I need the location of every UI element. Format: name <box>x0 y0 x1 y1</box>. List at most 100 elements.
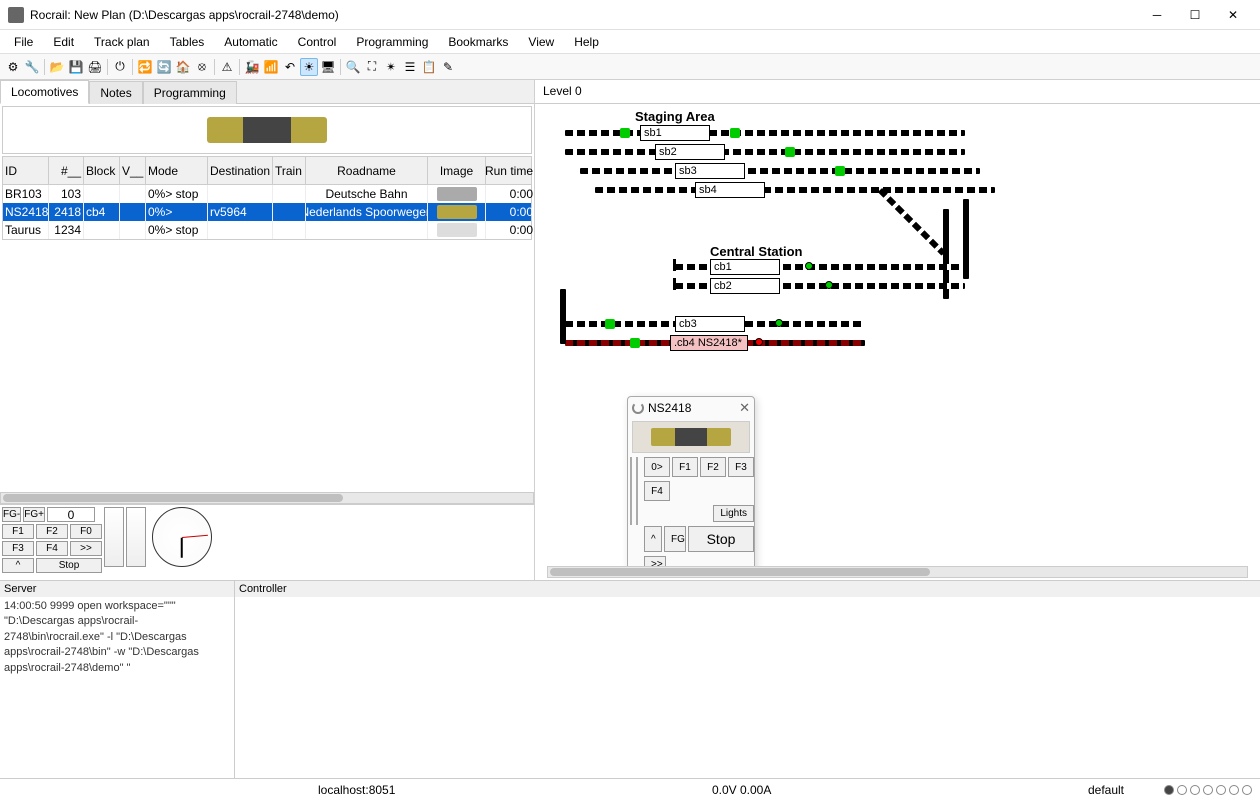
tool-power-icon[interactable]: ⏻ <box>111 58 129 76</box>
switch-icon[interactable] <box>620 128 630 138</box>
dialog-f3-button[interactable]: F3 <box>728 457 754 477</box>
col-img[interactable]: Image <box>428 157 486 184</box>
signal-icon[interactable] <box>825 281 833 289</box>
f2-button[interactable]: F2 <box>36 524 68 539</box>
table-row[interactable]: Taurus 1234 0%> stop 0:00 <box>3 221 531 239</box>
tool-edit-icon[interactable]: ✎ <box>439 58 457 76</box>
col-v[interactable]: V__ <box>120 157 146 184</box>
close-button[interactable]: ✕ <box>1214 1 1252 29</box>
dialog-f1-button[interactable]: F1 <box>672 457 698 477</box>
col-dest[interactable]: Destination <box>208 157 273 184</box>
table-row[interactable]: BR103 103 0%> stop Deutsche Bahn 0:00 <box>3 185 531 203</box>
block-cb1[interactable]: cb1 <box>710 259 780 275</box>
tool-undo-icon[interactable]: ↶ <box>281 58 299 76</box>
tool-list-icon[interactable]: ☰ <box>401 58 419 76</box>
minimize-button[interactable]: ─ <box>1138 1 1176 29</box>
stop-button[interactable]: Stop <box>36 558 102 573</box>
block-cb3[interactable]: cb3 <box>675 316 745 332</box>
speed-slider[interactable] <box>104 507 124 567</box>
tool-open-icon[interactable]: 📂 <box>48 58 66 76</box>
switch-icon[interactable] <box>835 166 845 176</box>
col-road[interactable]: Roadname <box>306 157 428 184</box>
tool-home-icon[interactable]: 🏠 <box>174 58 192 76</box>
speed-slider-2[interactable] <box>126 507 146 567</box>
tool-wifi-icon[interactable]: 📶 <box>262 58 280 76</box>
tool-settings-icon[interactable]: ⚙ <box>4 58 22 76</box>
throttle-dialog[interactable]: NS2418 ✕ 0> F1 F2 F3 <box>627 396 755 566</box>
menu-trackplan[interactable]: Track plan <box>84 33 160 51</box>
maximize-button[interactable]: ☐ <box>1176 1 1214 29</box>
tab-notes[interactable]: Notes <box>89 81 142 104</box>
dialog-speed-slider[interactable] <box>630 457 632 525</box>
table-hscroll[interactable] <box>0 492 534 504</box>
menu-view[interactable]: View <box>518 33 564 51</box>
track[interactable] <box>878 188 946 256</box>
dialog-more-button[interactable]: >> <box>644 556 666 566</box>
block-sb4[interactable]: sb4 <box>695 182 765 198</box>
tool-clipboard-icon[interactable]: 📋 <box>420 58 438 76</box>
col-run[interactable]: Run time <box>486 157 536 184</box>
tab-locomotives[interactable]: Locomotives <box>0 80 89 104</box>
tool-refresh-icon[interactable]: 🔄 <box>155 58 173 76</box>
menu-automatic[interactable]: Automatic <box>214 33 287 51</box>
controller-log[interactable] <box>235 597 1260 778</box>
table-row[interactable]: NS2418 2418 cb4 0%> rv5964 Nederlands Sp… <box>3 203 531 221</box>
col-num[interactable]: #__ <box>49 157 84 184</box>
more-button[interactable]: >> <box>70 541 102 556</box>
fg-minus-button[interactable]: FG- <box>2 507 21 522</box>
menu-tables[interactable]: Tables <box>160 33 215 51</box>
level-label[interactable]: Level 0 <box>535 80 1260 104</box>
switch-icon[interactable] <box>630 338 640 348</box>
track[interactable] <box>560 289 566 344</box>
f0-button[interactable]: F0 <box>70 524 102 539</box>
signal-icon[interactable] <box>755 338 763 346</box>
tool-loco-icon[interactable]: 🚂 <box>243 58 261 76</box>
col-mode[interactable]: Mode <box>146 157 208 184</box>
switch-icon[interactable] <box>605 319 615 329</box>
tool-warning-icon[interactable]: ⚠ <box>218 58 236 76</box>
dialog-header[interactable]: NS2418 ✕ <box>628 397 754 419</box>
dialog-dir-button[interactable]: ^ <box>644 526 662 552</box>
tool-expand-icon[interactable]: ⛶ <box>363 58 381 76</box>
fg-plus-button[interactable]: FG+ <box>23 507 45 522</box>
track[interactable] <box>595 187 995 193</box>
menu-control[interactable]: Control <box>288 33 347 51</box>
tool-star-icon[interactable]: ✴ <box>382 58 400 76</box>
menu-help[interactable]: Help <box>564 33 609 51</box>
track-plan[interactable]: Staging Area sb1 sb2 sb3 sb4 Central Sta… <box>535 104 1260 566</box>
dialog-speed-slider-2[interactable] <box>636 457 638 525</box>
f3-button[interactable]: F3 <box>2 541 34 556</box>
tool-stop-icon[interactable]: ⦻ <box>193 58 211 76</box>
menu-programming[interactable]: Programming <box>346 33 438 51</box>
tool-wrench-icon[interactable]: 🔧 <box>23 58 41 76</box>
tool-save-icon[interactable]: 💾 <box>67 58 85 76</box>
dialog-fg-button[interactable]: FG <box>664 526 686 552</box>
block-cb4[interactable]: .cb4 NS2418* <box>670 335 748 351</box>
col-train[interactable]: Train <box>273 157 306 184</box>
switch-icon[interactable] <box>730 128 740 138</box>
dialog-lights-button[interactable]: Lights <box>713 505 754 522</box>
block-sb1[interactable]: sb1 <box>640 125 710 141</box>
col-id[interactable]: ID <box>3 157 49 184</box>
menu-file[interactable]: File <box>4 33 43 51</box>
tool-search-icon[interactable]: 🔍 <box>344 58 362 76</box>
f4-button[interactable]: F4 <box>36 541 68 556</box>
switch-icon[interactable] <box>785 147 795 157</box>
dir-up-button[interactable]: ^ <box>2 558 34 573</box>
dialog-stop-button[interactable]: Stop <box>688 526 754 552</box>
signal-icon[interactable] <box>775 319 783 327</box>
dialog-f4-button[interactable]: F4 <box>644 481 670 501</box>
tool-loop-icon[interactable]: 🔁 <box>136 58 154 76</box>
server-log[interactable]: 14:00:50 9999 open workspace=""" "D:\Des… <box>0 597 234 778</box>
menu-edit[interactable]: Edit <box>43 33 84 51</box>
menu-bookmarks[interactable]: Bookmarks <box>438 33 518 51</box>
dialog-close-button[interactable]: ✕ <box>739 400 750 416</box>
signal-icon[interactable] <box>805 262 813 270</box>
block-sb2[interactable]: sb2 <box>655 144 725 160</box>
col-block[interactable]: Block <box>84 157 120 184</box>
track[interactable] <box>565 149 965 155</box>
f1-button[interactable]: F1 <box>2 524 34 539</box>
tool-print-icon[interactable]: 🖨 <box>86 58 104 76</box>
plan-hscroll[interactable] <box>547 566 1248 578</box>
loco-table[interactable]: ID #__ Block V__ Mode Destination Train … <box>2 156 532 240</box>
